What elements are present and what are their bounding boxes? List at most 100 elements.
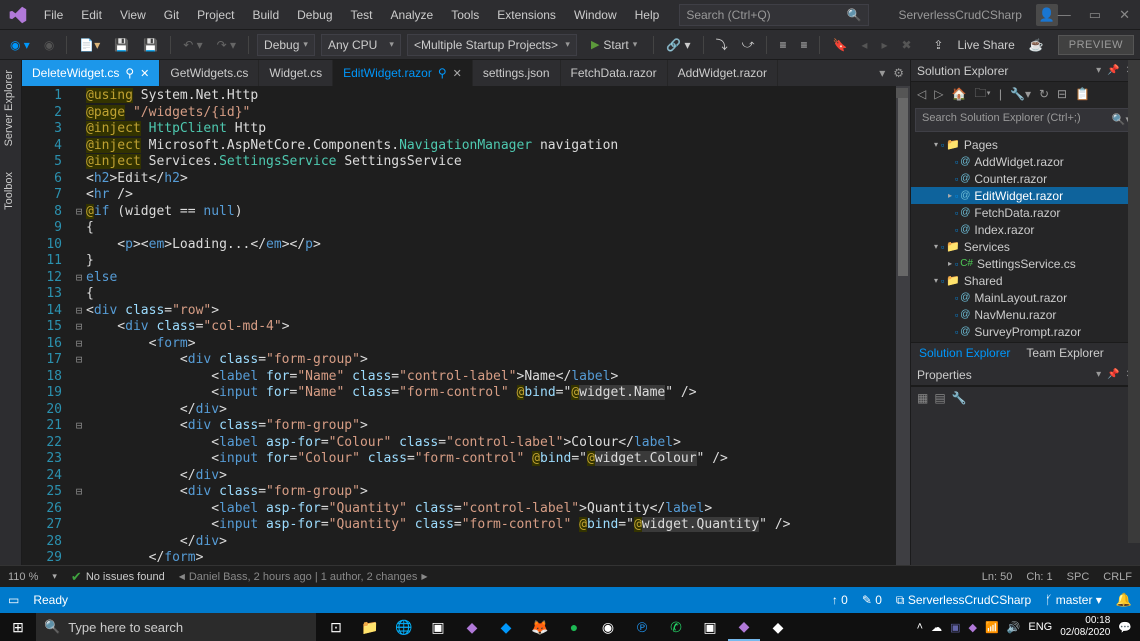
config-combo[interactable]: Debug <box>257 34 315 56</box>
tray-vs-icon[interactable]: ◆ <box>969 621 977 634</box>
menu-project[interactable]: Project <box>189 4 242 26</box>
tab-getwidgets-cs[interactable]: GetWidgets.cs <box>160 60 259 86</box>
panel-dropdown-icon[interactable]: ▾ <box>1096 65 1101 76</box>
back-icon[interactable]: ◁ <box>917 87 926 101</box>
close-icon[interactable]: ✕ <box>140 67 149 80</box>
browser-link-button[interactable]: 🔗 ▾ <box>662 36 694 54</box>
panel-pin-icon[interactable]: 📌 <box>1107 65 1119 76</box>
props-wrench-icon[interactable]: 🔧 <box>952 391 967 405</box>
vs-icon[interactable]: ◆ <box>456 613 488 641</box>
start-button[interactable]: ▶Start▾ <box>583 36 645 54</box>
tab-settings-icon[interactable]: ⚙ <box>893 66 904 80</box>
tree-item[interactable]: ▫@AddWidget.razor <box>911 153 1140 170</box>
outdent-button[interactable]: ≡ <box>796 36 811 54</box>
home-icon[interactable]: 🏠 <box>951 87 966 101</box>
feedback-icon[interactable]: ☕ <box>1029 38 1044 52</box>
panel-dropdown-icon[interactable]: ▾ <box>1096 369 1101 380</box>
maximize-button[interactable]: ▭ <box>1089 7 1101 23</box>
vertical-scrollbar[interactable] <box>896 86 910 565</box>
char-indicator[interactable]: Ch: 1 <box>1026 571 1052 583</box>
clock[interactable]: 00:1802/08/2020 <box>1060 615 1110 639</box>
tree-item[interactable]: ▾▫📁Shared <box>911 272 1140 289</box>
menu-test[interactable]: Test <box>343 4 381 26</box>
tray-lang[interactable]: ENG <box>1028 621 1052 633</box>
tree-item[interactable]: ▫@FetchData.razor <box>911 204 1140 221</box>
bookmark-button[interactable]: 🔖 <box>828 36 851 54</box>
taskbar-search[interactable]: 🔍 Type here to search <box>36 613 316 641</box>
scope-icon[interactable]: 🔧▾ <box>1010 87 1031 101</box>
steam-icon[interactable]: ◉ <box>592 613 624 641</box>
tree-item[interactable]: ▾▫📁Pages <box>911 136 1140 153</box>
code-content[interactable]: @using System.Net.Http@page "/widgets/{i… <box>86 86 910 565</box>
tray-wifi-icon[interactable]: 📶 <box>985 621 999 634</box>
tab-widget-cs[interactable]: Widget.cs <box>259 60 333 86</box>
tree-item[interactable]: ▸▫@EditWidget.razor <box>911 187 1140 204</box>
tree-item[interactable]: ▫@NavMenu.razor <box>911 306 1140 323</box>
platform-combo[interactable]: Any CPU <box>321 34 401 56</box>
menu-window[interactable]: Window <box>566 4 625 26</box>
code-editor[interactable]: 1234567891011121314151617181920212223242… <box>22 86 910 565</box>
liveshare-icon[interactable]: ⇪ <box>933 38 943 52</box>
menu-help[interactable]: Help <box>627 4 668 26</box>
app3-icon[interactable]: ◆ <box>762 613 794 641</box>
nav-back-button[interactable]: ◉ ▾ <box>6 36 34 54</box>
quick-search[interactable]: Search (Ctrl+Q) 🔍 <box>679 4 868 26</box>
panel-pin-icon[interactable]: 📌 <box>1107 369 1119 380</box>
app-icon[interactable]: ℗ <box>626 613 658 641</box>
tab-fetchdata-razor[interactable]: FetchData.razor <box>561 60 668 86</box>
new-item-button[interactable]: 📄▾ <box>75 36 104 54</box>
start-button[interactable]: ⊞ <box>0 619 36 636</box>
menu-git[interactable]: Git <box>156 4 187 26</box>
menu-analyze[interactable]: Analyze <box>383 4 442 26</box>
lineending-indicator[interactable]: CRLF <box>1103 571 1132 583</box>
next-bookmark-button[interactable]: ▸ <box>877 36 891 54</box>
indent-button[interactable]: ≡ <box>775 36 790 54</box>
save-all-button[interactable]: 💾 <box>139 36 162 54</box>
redo-button[interactable]: ↷ ▾ <box>213 36 240 54</box>
menu-tools[interactable]: Tools <box>443 4 487 26</box>
tree-item[interactable]: ▫@Index.razor <box>911 221 1140 238</box>
fold-column[interactable]: ⊟⊟⊟⊟⊟⊟⊟⊟ <box>72 86 86 565</box>
menu-file[interactable]: File <box>36 4 71 26</box>
horizontal-scrollbar[interactable] <box>442 571 968 583</box>
menu-build[interactable]: Build <box>244 4 287 26</box>
tree-item[interactable]: ▫@MainLayout.razor <box>911 289 1140 306</box>
tab-deletewidget-cs[interactable]: DeleteWidget.cs⚲✕ <box>22 60 160 86</box>
push-indicator[interactable]: ↑ 0 <box>832 593 848 607</box>
solution-search[interactable]: Search Solution Explorer (Ctrl+;) 🔍▾ <box>915 108 1136 132</box>
tab-addwidget-razor[interactable]: AddWidget.razor <box>668 60 778 86</box>
repo-name[interactable]: ⧉ ServerlessCrudCSharp <box>896 593 1031 608</box>
vscode-icon[interactable]: ◆ <box>490 613 522 641</box>
panel-tab-team-explorer[interactable]: Team Explorer <box>1018 343 1111 364</box>
user-avatar[interactable]: 👤 <box>1036 4 1058 26</box>
tree-item[interactable]: ▫@Counter.razor <box>911 170 1140 187</box>
zoom-level[interactable]: 110 % <box>8 571 38 583</box>
alphabetize-icon[interactable]: ▤ <box>934 391 945 405</box>
liveshare-label[interactable]: Live Share <box>957 38 1014 52</box>
whatsapp-icon[interactable]: ✆ <box>660 613 692 641</box>
menu-debug[interactable]: Debug <box>289 4 340 26</box>
panel-scrollbar[interactable] <box>1128 60 1140 543</box>
terminal-icon[interactable]: ▣ <box>422 613 454 641</box>
issues-indicator[interactable]: ✔No issues found <box>71 569 165 585</box>
close-icon[interactable]: ✕ <box>453 67 462 80</box>
refresh-icon[interactable]: ↻ <box>1039 87 1049 101</box>
branch-name[interactable]: ᚶ master ▾ <box>1045 593 1102 607</box>
firefox-icon[interactable]: 🦊 <box>524 613 556 641</box>
menu-view[interactable]: View <box>112 4 154 26</box>
collapse-icon[interactable]: ⊟ <box>1057 87 1067 101</box>
notifications-icon[interactable]: 🔔 <box>1116 592 1132 608</box>
clear-bookmarks-button[interactable]: ✖ <box>897 36 915 54</box>
close-button[interactable]: ✕ <box>1119 7 1130 23</box>
indent-indicator[interactable]: SPC <box>1067 571 1090 583</box>
startup-combo[interactable]: <Multiple Startup Projects> <box>407 34 577 56</box>
action-center-icon[interactable]: 💬 <box>1118 621 1132 634</box>
properties-icon[interactable]: 📋 <box>1075 87 1090 101</box>
task-view-icon[interactable]: ⊡ <box>320 613 352 641</box>
categorize-icon[interactable]: ▦ <box>917 391 928 405</box>
menu-edit[interactable]: Edit <box>73 4 110 26</box>
tray-onedrive-icon[interactable]: ☁ <box>931 621 942 634</box>
side-tab-server-explorer[interactable]: Server Explorer <box>0 64 21 152</box>
pin-icon[interactable]: ⚲ <box>125 66 134 80</box>
step-over-button[interactable]: ⤻ <box>738 35 759 54</box>
